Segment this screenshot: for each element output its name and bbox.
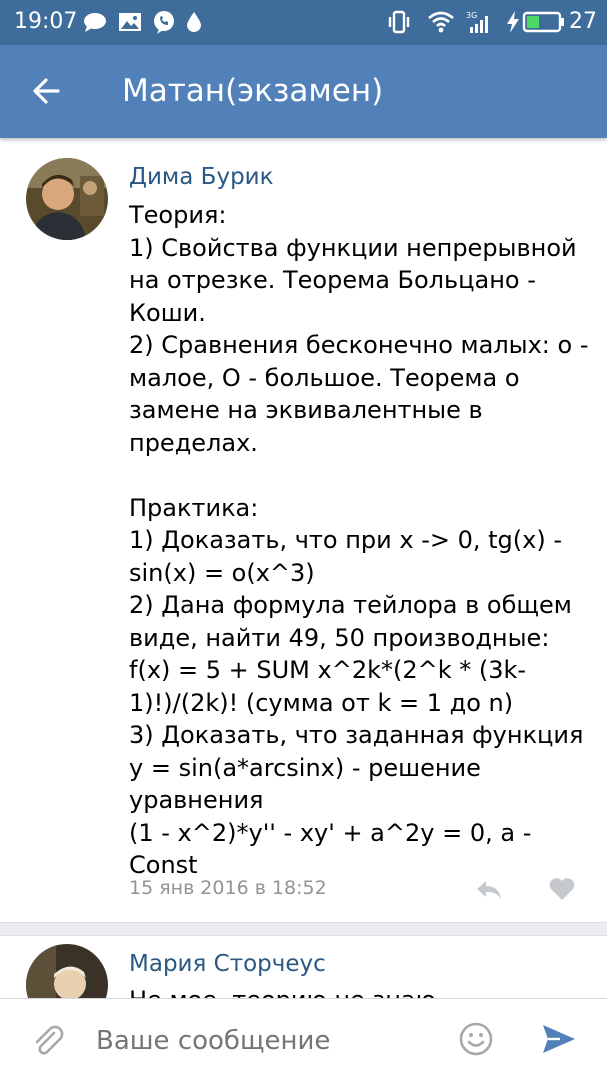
paperclip-icon[interactable] bbox=[30, 1023, 66, 1059]
avatar[interactable] bbox=[26, 158, 108, 240]
message-divider bbox=[0, 922, 607, 936]
battery-icon bbox=[522, 9, 566, 35]
status-time: 19:07 bbox=[14, 9, 78, 34]
like-heart-icon[interactable] bbox=[547, 874, 577, 904]
drop-icon bbox=[181, 9, 207, 35]
message-input[interactable] bbox=[96, 1021, 426, 1061]
image-icon bbox=[117, 9, 143, 35]
chat-title: Матан(экзамен) bbox=[122, 73, 384, 109]
reply-icon[interactable] bbox=[474, 874, 504, 904]
svg-text:3G: 3G bbox=[466, 11, 477, 20]
message-text: Не мое, теорию не знаю bbox=[129, 984, 436, 998]
message-item-second: Мария Сторчеус Не мое, теорию не знаю bbox=[0, 936, 607, 998]
signal-3g-icon: 3G bbox=[466, 9, 492, 35]
wifi-icon bbox=[427, 9, 454, 35]
message-composer bbox=[0, 998, 607, 1080]
battery-level: 27 bbox=[569, 9, 597, 34]
status-bar: 19:07 3G 27 bbox=[0, 0, 607, 45]
chat-icon bbox=[82, 9, 108, 35]
toolbar: Матан(экзамен) bbox=[0, 45, 607, 138]
arrow-back-icon[interactable] bbox=[28, 71, 68, 111]
author-name[interactable]: Дима Бурик bbox=[129, 162, 274, 192]
viber-icon bbox=[151, 9, 177, 35]
vibrate-icon bbox=[386, 9, 412, 35]
message-text: Теория: 1) Свойства функции непрерывной … bbox=[129, 201, 589, 879]
send-icon[interactable] bbox=[540, 1021, 578, 1057]
message-date: 15 янв 2016 в 18:52 bbox=[129, 877, 327, 899]
author-name[interactable]: Мария Сторчеус bbox=[129, 949, 326, 979]
avatar[interactable] bbox=[26, 944, 108, 998]
smiley-icon[interactable] bbox=[458, 1021, 494, 1057]
